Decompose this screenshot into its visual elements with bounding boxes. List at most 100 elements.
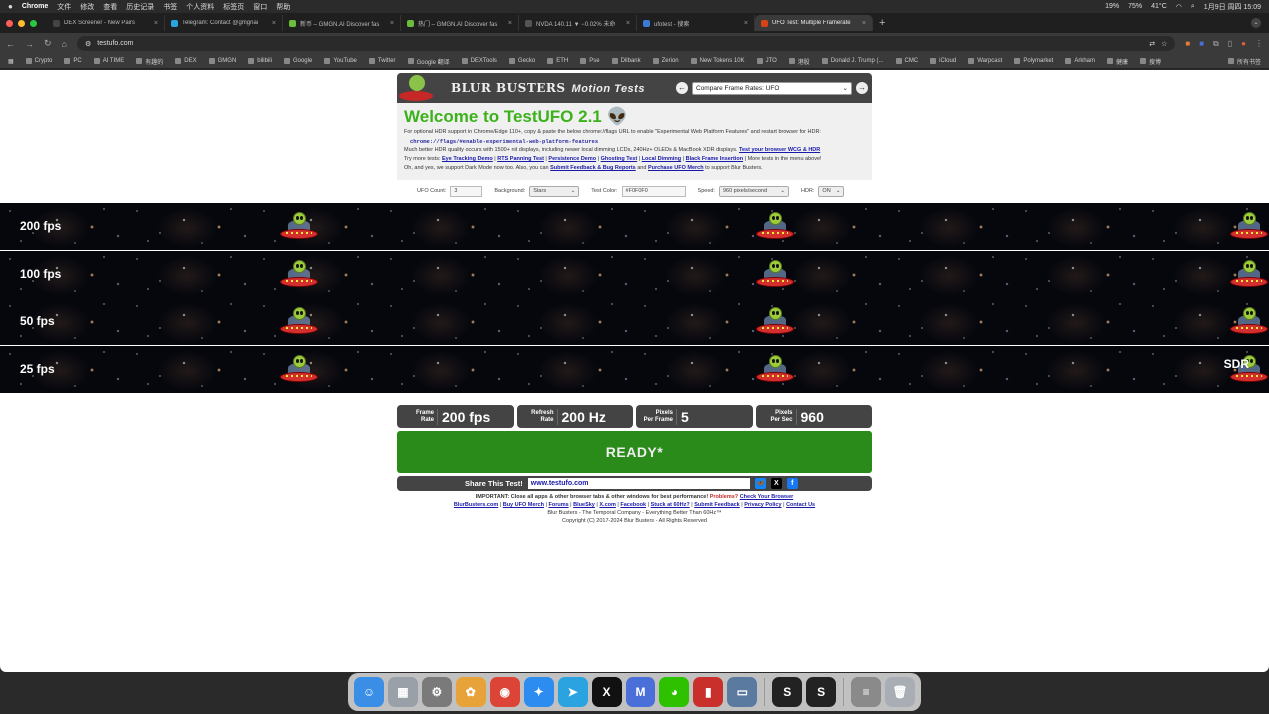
home-icon[interactable]: ⌂ <box>62 39 67 49</box>
bookmark-item[interactable]: Zerion <box>652 58 679 64</box>
tab-close-icon[interactable]: × <box>744 20 748 27</box>
bookmark-item[interactable]: New Tokens 10K <box>690 58 745 64</box>
menubar-item[interactable]: 窗口 <box>253 2 267 12</box>
bookmark-item[interactable]: Twitter <box>368 58 396 64</box>
tab[interactable]: 新币 – GMGN.AI Discover fas × <box>283 15 401 31</box>
bookmark-item[interactable]: ETH <box>547 58 568 64</box>
tab-close-icon[interactable]: × <box>626 20 630 27</box>
site-info-icon[interactable]: ⚙ <box>85 40 91 48</box>
apps-grid-icon[interactable]: ▦ <box>8 58 14 65</box>
blurbusters-alien-logo[interactable] <box>397 73 437 103</box>
mem-status[interactable]: 75% <box>1128 3 1142 10</box>
bookmark-item[interactable]: Arkham <box>1065 58 1095 64</box>
menubar-item[interactable]: 个人资料 <box>186 2 214 12</box>
bookmark-item[interactable]: DEX <box>175 58 197 64</box>
facebook-icon[interactable]: f <box>786 478 798 489</box>
menubar-item[interactable]: 修改 <box>80 2 94 12</box>
tab-close-icon[interactable]: × <box>272 20 276 27</box>
share-url-field[interactable]: www.testufo.com <box>527 478 750 489</box>
bookmark-item[interactable]: Dilbank <box>611 58 641 64</box>
tab[interactable]: NVDA 140.11 ▼ −0.02% 未命 × <box>519 15 637 31</box>
minimize-window-button[interactable] <box>18 19 25 27</box>
tab[interactable]: ufotest - 搜索 × <box>637 15 755 31</box>
bookmark-item[interactable]: 搜博 <box>1140 57 1161 66</box>
bookmark-item[interactable]: Crypto <box>25 58 52 64</box>
tab-search-icon[interactable]: ⌄ <box>1251 18 1261 28</box>
dock-x-icon[interactable]: X <box>591 677 622 707</box>
x-icon[interactable]: X <box>770 478 782 489</box>
bookmark-item[interactable]: Google 翻译 <box>407 57 450 66</box>
extensions-puzzle-icon[interactable]: ⧉ <box>1213 39 1219 49</box>
persistence-link[interactable]: Persistence Demo <box>548 156 596 162</box>
bookmark-item[interactable]: 有趣的 <box>136 57 163 66</box>
more-menu-icon[interactable]: ⋮ <box>1255 39 1263 48</box>
footer-link[interactable]: Buy UFO Merch <box>503 502 544 508</box>
tab-close-icon[interactable]: × <box>862 20 866 27</box>
all-bookmarks[interactable]: 所有书签 <box>1227 57 1261 66</box>
bookmark-item[interactable]: Warpcast <box>968 58 1002 64</box>
bookmark-item[interactable]: Donald J. Trump (... <box>821 58 884 64</box>
next-test-button[interactable]: → <box>856 82 868 94</box>
wifi-icon[interactable]: ◠ <box>1176 3 1182 11</box>
tab[interactable]: DEX Screener - New Pairs × <box>47 15 165 31</box>
dock-finder-icon[interactable]: ☺ <box>354 677 384 707</box>
footer-link[interactable]: Forums <box>548 502 568 508</box>
tab[interactable]: Telegram: Contact @gmgnai × <box>165 15 283 31</box>
rts-panning-link[interactable]: RTS Panning Test <box>497 156 544 162</box>
temp-status[interactable]: 41°C <box>1151 3 1167 10</box>
profile-avatar[interactable]: ● <box>1241 39 1246 48</box>
bookmark-item[interactable]: iCloud <box>930 58 956 64</box>
forward-icon[interactable]: → <box>25 39 34 49</box>
dock-wechat-icon[interactable]: ◕ <box>659 677 690 707</box>
back-icon[interactable]: ← <box>6 39 15 49</box>
footer-link[interactable]: Stuck at 60Hz? <box>651 502 690 508</box>
bookmark-item[interactable]: AI TIME <box>93 58 124 64</box>
menubar-item[interactable]: 文件 <box>57 2 71 12</box>
bfi-link[interactable]: Black Frame Insertion <box>686 156 743 162</box>
close-window-button[interactable] <box>6 19 13 27</box>
translate-icon[interactable]: ⇄ <box>1149 40 1155 48</box>
dock-photos-icon[interactable]: ✿ <box>455 677 486 707</box>
bookmark-item[interactable]: Gecko <box>508 58 535 64</box>
speed-select[interactable]: 960 pixels/second ⌄ <box>718 185 789 197</box>
menubar-item[interactable]: 查看 <box>103 2 117 12</box>
dock-trash-icon[interactable]: 🗑 <box>885 677 915 707</box>
tab-close-icon[interactable]: × <box>154 20 158 27</box>
dock-telegram-icon[interactable]: ➤ <box>557 677 588 707</box>
menubar-item[interactable]: 帮助 <box>276 2 290 12</box>
dock-preview-icon[interactable]: ▭ <box>727 677 758 707</box>
address-bar[interactable]: ⚙ testufo.com ⇄ ☆ <box>76 36 1176 51</box>
dock-mail-icon[interactable]: M <box>625 677 656 707</box>
bookmark-item[interactable]: CMC <box>895 58 918 64</box>
search-icon[interactable]: ⌕ <box>1191 3 1195 11</box>
menubar-item[interactable]: 标签页 <box>223 2 244 12</box>
background-select[interactable]: Stars ⌄ <box>529 185 580 197</box>
footer-link[interactable]: BlueSky <box>573 502 595 508</box>
dock-s-app-2-icon[interactable]: S <box>806 677 837 707</box>
menubar-app-name[interactable]: Chrome <box>22 3 48 10</box>
feedback-link[interactable]: Submit Feedback & Bug Reports <box>550 165 636 171</box>
bookmark-item[interactable]: Polymarket <box>1014 58 1053 64</box>
tab-active[interactable]: UFO Test: Multiple Framerate × <box>755 15 873 31</box>
reload-icon[interactable]: ↻ <box>44 38 52 49</box>
wcg-hdr-test-link[interactable]: Test your browser WCG & HDR <box>739 147 820 153</box>
bookmark-item[interactable]: 健康 <box>1107 57 1128 66</box>
check-browser-link[interactable]: Check Your Browser <box>740 494 794 500</box>
eye-tracking-link[interactable]: Eye Tracking Demo <box>442 156 493 162</box>
bookmark-star-icon[interactable]: ☆ <box>1161 40 1167 48</box>
tab[interactable]: 热门 – GMGN.AI Discover fas × <box>401 15 519 31</box>
bookmark-item[interactable]: GMGN <box>208 58 236 64</box>
hdr-select[interactable]: ON ⌄ <box>818 185 845 197</box>
dock-settings-icon[interactable]: ⚙ <box>421 677 452 707</box>
extension-icon[interactable]: ■ <box>1199 39 1204 48</box>
sidebar-icon[interactable]: ▯ <box>1228 39 1232 48</box>
ghosting-link[interactable]: Ghosting Test <box>601 156 638 162</box>
bookmark-item[interactable]: DEXTools <box>461 58 497 64</box>
footer-link[interactable]: Submit Feedback <box>694 502 740 508</box>
dock-document-icon[interactable]: ≡ <box>851 677 882 707</box>
prev-test-button[interactable]: ← <box>676 82 688 94</box>
footer-link[interactable]: Privacy Policy <box>744 502 781 508</box>
footer-link[interactable]: Facebook <box>620 502 646 508</box>
test-color-input[interactable]: #F0F0F0 <box>621 185 686 197</box>
tab-close-icon[interactable]: × <box>390 20 394 27</box>
